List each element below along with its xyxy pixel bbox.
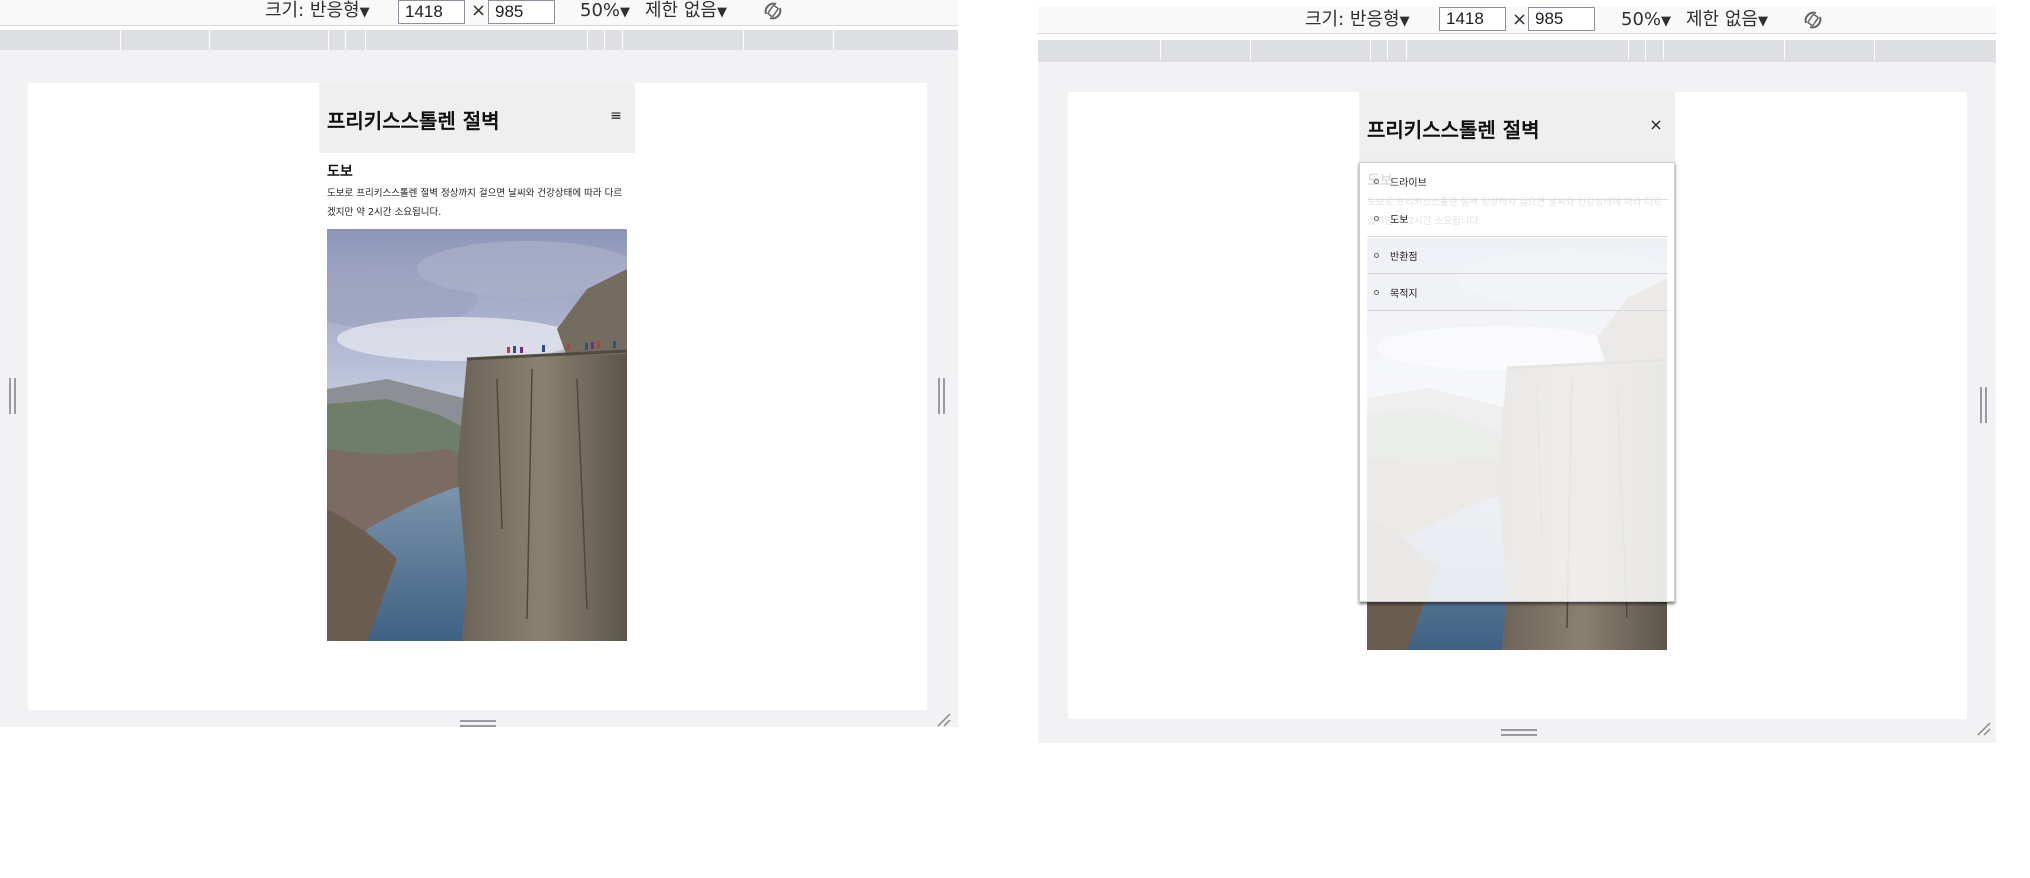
- bullet-icon: [1374, 179, 1379, 184]
- zoom-label: 50%: [580, 0, 621, 21]
- size-dropdown[interactable]: 크기: 반응형▼: [1305, 9, 1410, 33]
- left-resize-handle[interactable]: [9, 378, 16, 414]
- media-query-ruler: [0, 30, 958, 50]
- site-header: 프리키스스톨렌 절벽 ≡: [319, 83, 635, 153]
- responsive-toolbar: 크기: 반응형▼ × 50%▼ 제한 없음▼: [0, 0, 958, 26]
- site-title: 프리키스스톨렌 절벽: [327, 109, 500, 133]
- devtools-panel-menu-open: 크기: 반응형▼ × 50%▼ 제한 없음▼ 프리키스스톨렌 절벽 × 도보 도…: [1038, 0, 1996, 743]
- menu-item-walk[interactable]: 도보: [1368, 200, 1668, 237]
- website: 프리키스스톨렌 절벽 ≡ 도보 도보로 프리키스스톨렌 절벽 정상까지 걸으면 …: [319, 83, 635, 710]
- bullet-icon: [1374, 290, 1379, 295]
- bullet-icon: [1374, 216, 1379, 221]
- bottom-resize-handle[interactable]: [460, 720, 496, 727]
- responsive-toolbar: 크기: 반응형▼ × 50%▼ 제한 없음▼: [1038, 6, 1996, 34]
- zoom-dropdown[interactable]: 50%▼: [1621, 9, 1671, 33]
- zoom-label: 50%: [1621, 9, 1662, 30]
- times-sign: ×: [471, 0, 487, 21]
- zoom-dropdown[interactable]: 50%▼: [580, 0, 630, 24]
- close-icon[interactable]: ×: [1649, 117, 1663, 133]
- height-input[interactable]: [1528, 7, 1595, 31]
- menu-item-destination[interactable]: 목적지: [1368, 274, 1668, 311]
- chevron-down-icon: ▼: [1757, 14, 1768, 29]
- media-query-ruler: [1038, 40, 1996, 62]
- width-input[interactable]: [398, 0, 465, 24]
- times-sign: ×: [1512, 9, 1528, 30]
- cliff-photo: [327, 229, 627, 641]
- corner-resize-handle[interactable]: [1975, 720, 1991, 736]
- bottom-resize-handle[interactable]: [1501, 729, 1537, 736]
- chevron-down-icon: ▼: [1399, 14, 1410, 29]
- nav-menu-overlay: 드라이브 도보 반환점 목적지: [1359, 162, 1675, 602]
- menu-item-label: 반환점: [1390, 252, 1418, 263]
- site-header: 프리키스스톨렌 절벽 ×: [1359, 92, 1675, 162]
- throttle-dropdown[interactable]: 제한 없음▼: [645, 0, 727, 24]
- section-heading: 도보: [327, 164, 353, 180]
- size-label: 크기: 반응형: [1305, 9, 1400, 30]
- corner-resize-handle[interactable]: [935, 711, 951, 727]
- chevron-down-icon: ▼: [1661, 14, 1672, 29]
- chevron-down-icon: ▼: [620, 5, 631, 20]
- rotate-viewport-icon[interactable]: [762, 0, 784, 22]
- height-input[interactable]: [488, 0, 555, 24]
- throttle-label: 제한 없음: [645, 0, 717, 21]
- device-viewport: 프리키스스톨렌 절벽 ≡ 도보 도보로 프리키스스톨렌 절벽 정상까지 걸으면 …: [28, 83, 927, 710]
- right-resize-handle[interactable]: [938, 378, 945, 414]
- size-label: 크기: 반응형: [265, 0, 360, 21]
- throttle-label: 제한 없음: [1686, 9, 1758, 30]
- right-resize-handle[interactable]: [1980, 387, 1987, 423]
- menu-item-drive[interactable]: 드라이브: [1368, 163, 1668, 200]
- width-input[interactable]: [1439, 7, 1506, 31]
- rotate-viewport-icon[interactable]: [1802, 9, 1824, 31]
- menu-item-label: 드라이브: [1390, 178, 1427, 189]
- menu-item-label: 도보: [1390, 215, 1409, 226]
- device-viewport: 프리키스스톨렌 절벽 × 도보 도보로 프리키스스톨렌 절벽 정상까지 걸으면 …: [1068, 92, 1967, 719]
- chevron-down-icon: ▼: [716, 5, 727, 20]
- hamburger-menu-icon[interactable]: ≡: [609, 109, 623, 123]
- devtools-panel-menu-closed: 크기: 반응형▼ × 50%▼ 제한 없음▼ 프리키스스톨렌 절벽 ≡ 도보 도…: [0, 0, 958, 727]
- section-text: 도보로 프리키스스톨렌 절벽 정상까지 걸으면 날씨와 건강상태에 따라 다르겠…: [327, 188, 623, 218]
- chevron-down-icon: ▼: [359, 5, 370, 20]
- size-dropdown[interactable]: 크기: 반응형▼: [265, 0, 370, 24]
- menu-item-turnaround[interactable]: 반환점: [1368, 237, 1668, 274]
- site-title: 프리키스스톨렌 절벽: [1367, 118, 1540, 142]
- menu-item-label: 목적지: [1390, 289, 1418, 300]
- bullet-icon: [1374, 253, 1379, 258]
- throttle-dropdown[interactable]: 제한 없음▼: [1686, 9, 1768, 33]
